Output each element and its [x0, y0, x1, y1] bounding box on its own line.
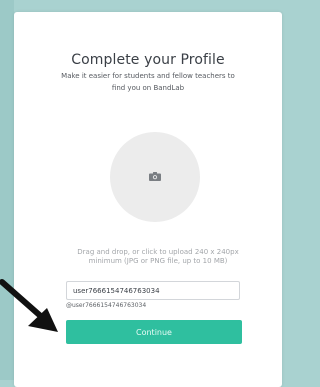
- camera-icon: [149, 172, 161, 181]
- upload-hint: Drag and drop, or click to upload 240 x …: [77, 248, 239, 265]
- pointer-arrow-icon: [0, 279, 58, 332]
- username-input[interactable]: [66, 281, 240, 300]
- page-title: Complete your Profile: [71, 52, 225, 68]
- handle-preview: @user7666154746763034: [66, 302, 147, 309]
- avatar-upload-area[interactable]: [110, 132, 200, 222]
- page-subtitle: Make it easier for students and fellow t…: [61, 72, 235, 92]
- continue-button[interactable]: Continue: [66, 320, 242, 344]
